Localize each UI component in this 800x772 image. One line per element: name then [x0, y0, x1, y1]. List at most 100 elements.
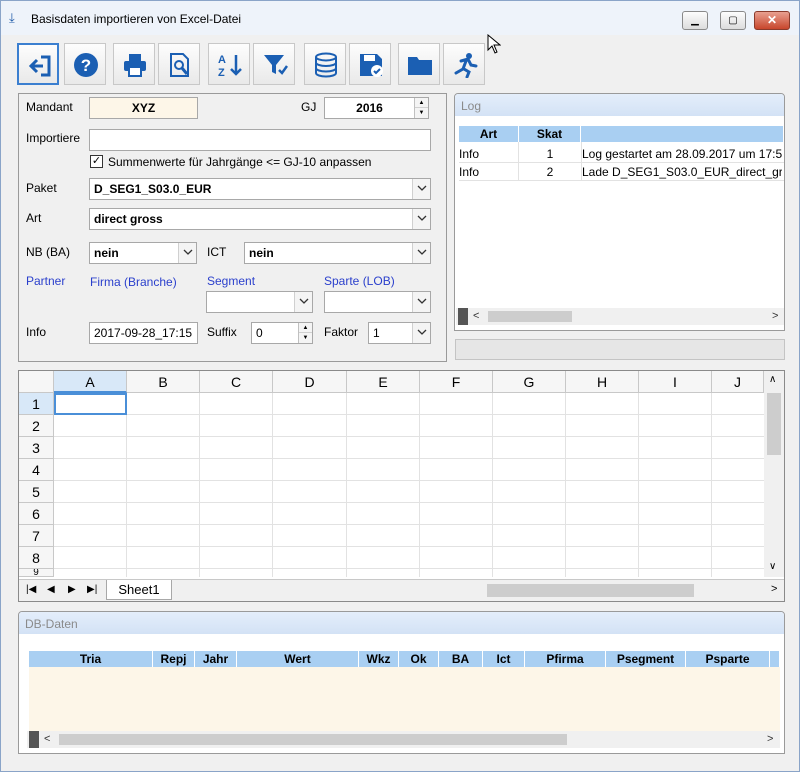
column-header-h[interactable]: H: [566, 371, 639, 393]
paket-dropdown[interactable]: D_SEG1_S03.0_EUR: [89, 178, 431, 200]
scroll-down-icon[interactable]: ∨: [769, 561, 776, 572]
log-row-1-skat: 1: [546, 147, 554, 161]
log-col-art[interactable]: Art: [459, 126, 519, 142]
sort-button[interactable]: AZ: [208, 43, 250, 85]
column-header-j[interactable]: J: [712, 371, 764, 393]
log-scroll-thumb[interactable]: [488, 311, 572, 322]
row-header-8[interactable]: 8: [19, 547, 54, 569]
log-col-text[interactable]: [581, 126, 784, 142]
column-header-i[interactable]: I: [639, 371, 712, 393]
scroll-right-icon[interactable]: >: [767, 733, 773, 745]
window-title: Basisdaten importieren von Excel-Datei: [31, 12, 242, 26]
log-col-skat[interactable]: Skat: [519, 126, 581, 142]
grid-vscroll-thumb[interactable]: [767, 393, 781, 455]
scroll-left-icon[interactable]: <: [44, 733, 50, 745]
column-header-f[interactable]: F: [420, 371, 493, 393]
save-button[interactable]: [349, 43, 391, 85]
progress-bar: [455, 339, 785, 360]
print-button[interactable]: [113, 43, 155, 85]
parameter-panel: Mandant XYZ GJ 2016 ▲ ▼ Importiere ✓ Summ…: [18, 93, 447, 362]
grid-vertical-scrollbar[interactable]: ∧ ∨: [764, 371, 784, 577]
open-folder-button[interactable]: [398, 43, 440, 85]
chevron-down-icon: [299, 298, 309, 304]
first-sheet-icon[interactable]: |◀: [26, 584, 36, 595]
summenwerte-checkbox[interactable]: ✓: [90, 155, 103, 168]
db-col-jahr[interactable]: Jahr: [195, 651, 237, 667]
db-col-repj[interactable]: Repj: [153, 651, 195, 667]
preview-button[interactable]: [158, 43, 200, 85]
db-col-ok[interactable]: Ok: [399, 651, 439, 667]
row-header-6[interactable]: 6: [19, 503, 54, 525]
print-icon: [124, 54, 146, 77]
column-header-g[interactable]: G: [493, 371, 566, 393]
next-sheet-icon[interactable]: ▶: [68, 584, 76, 595]
column-header-a[interactable]: A: [54, 371, 127, 393]
column-header-d[interactable]: D: [273, 371, 347, 393]
selected-cell-a1[interactable]: [54, 393, 127, 415]
row-header-2[interactable]: 2: [19, 415, 54, 437]
db-col-wert[interactable]: Wert: [237, 651, 359, 667]
grid-hscroll-thumb[interactable]: [487, 584, 694, 597]
art-value: direct gross: [94, 212, 163, 226]
column-header-e[interactable]: E: [347, 371, 420, 393]
db-data-area[interactable]: [29, 667, 780, 731]
row-header-1[interactable]: 1: [19, 393, 54, 415]
nb-dropdown[interactable]: nein: [89, 242, 197, 264]
scroll-left-icon[interactable]: <: [473, 310, 479, 322]
db-col-tria[interactable]: Tria: [29, 651, 153, 667]
chevron-down-icon: [417, 249, 427, 255]
row-header-9[interactable]: 9: [19, 569, 54, 577]
db-col-wkz[interactable]: Wkz: [359, 651, 399, 667]
suffix-spin-buttons[interactable]: ▲ ▼: [298, 323, 312, 343]
exit-icon: [28, 55, 51, 77]
importiere-field[interactable]: [89, 129, 431, 151]
close-button[interactable]: ✕: [754, 11, 790, 30]
db-col-pfirma[interactable]: Pfirma: [525, 651, 606, 667]
sheet-tab-sheet1[interactable]: Sheet1: [106, 580, 172, 600]
scroll-up-icon[interactable]: ∧: [769, 374, 776, 385]
chevron-down-icon: [417, 185, 427, 191]
sparte-dropdown[interactable]: [324, 291, 431, 313]
scroll-right-icon[interactable]: >: [771, 583, 777, 595]
art-dropdown[interactable]: direct gross: [89, 208, 431, 230]
suffix-spinner[interactable]: 0 ▲ ▼: [251, 322, 313, 344]
column-header-b[interactable]: B: [127, 371, 200, 393]
grid-corner[interactable]: [19, 371, 54, 393]
db-col-psparte[interactable]: Psparte: [686, 651, 770, 667]
row-header-4[interactable]: 4: [19, 459, 54, 481]
database-button[interactable]: [304, 43, 346, 85]
column-header-c[interactable]: C: [200, 371, 273, 393]
last-sheet-icon[interactable]: ▶|: [87, 584, 97, 595]
log-row-2-text: Lade D_SEG1_S03.0_EUR_direct_gros: [582, 165, 782, 179]
row-header-5[interactable]: 5: [19, 481, 54, 503]
faktor-dropdown[interactable]: 1: [368, 322, 431, 344]
run-button[interactable]: [443, 43, 485, 85]
spreadsheet-grid[interactable]: A B C D E F G H I J 1 2 3 4 5 6 7 8 9 ∧ …: [18, 370, 785, 602]
gj-spinner[interactable]: 2016 ▲ ▼: [324, 97, 429, 119]
firma-link[interactable]: Firma (Branche): [90, 275, 177, 289]
sort-icon: AZ: [218, 54, 242, 78]
exit-button[interactable]: [17, 43, 59, 85]
minimize-button[interactable]: ▁: [682, 11, 708, 30]
prev-sheet-icon[interactable]: ◀: [47, 584, 55, 595]
row-header-3[interactable]: 3: [19, 437, 54, 459]
filter-button[interactable]: [253, 43, 295, 85]
faktor-value: 1: [373, 326, 380, 340]
db-col-ict[interactable]: Ict: [483, 651, 525, 667]
scroll-right-icon[interactable]: >: [772, 310, 778, 322]
segment-dropdown[interactable]: [206, 291, 313, 313]
ict-dropdown[interactable]: nein: [244, 242, 431, 264]
suffix-label: Suffix: [207, 325, 237, 339]
mandant-field[interactable]: XYZ: [89, 97, 198, 119]
row-header-7[interactable]: 7: [19, 525, 54, 547]
db-col-psegment[interactable]: Psegment: [606, 651, 686, 667]
maximize-button[interactable]: ▢: [720, 11, 746, 30]
db-col-ba[interactable]: BA: [439, 651, 483, 667]
db-scroll-thumb[interactable]: [59, 734, 567, 745]
info-field[interactable]: 2017-09-28_17:15: [89, 322, 198, 344]
ict-value: nein: [249, 246, 274, 260]
db-horizontal-scrollbar[interactable]: < >: [27, 731, 780, 748]
help-button[interactable]: ?: [64, 43, 106, 85]
log-horizontal-scrollbar[interactable]: < >: [456, 308, 784, 325]
gj-spin-buttons[interactable]: ▲ ▼: [414, 98, 428, 118]
